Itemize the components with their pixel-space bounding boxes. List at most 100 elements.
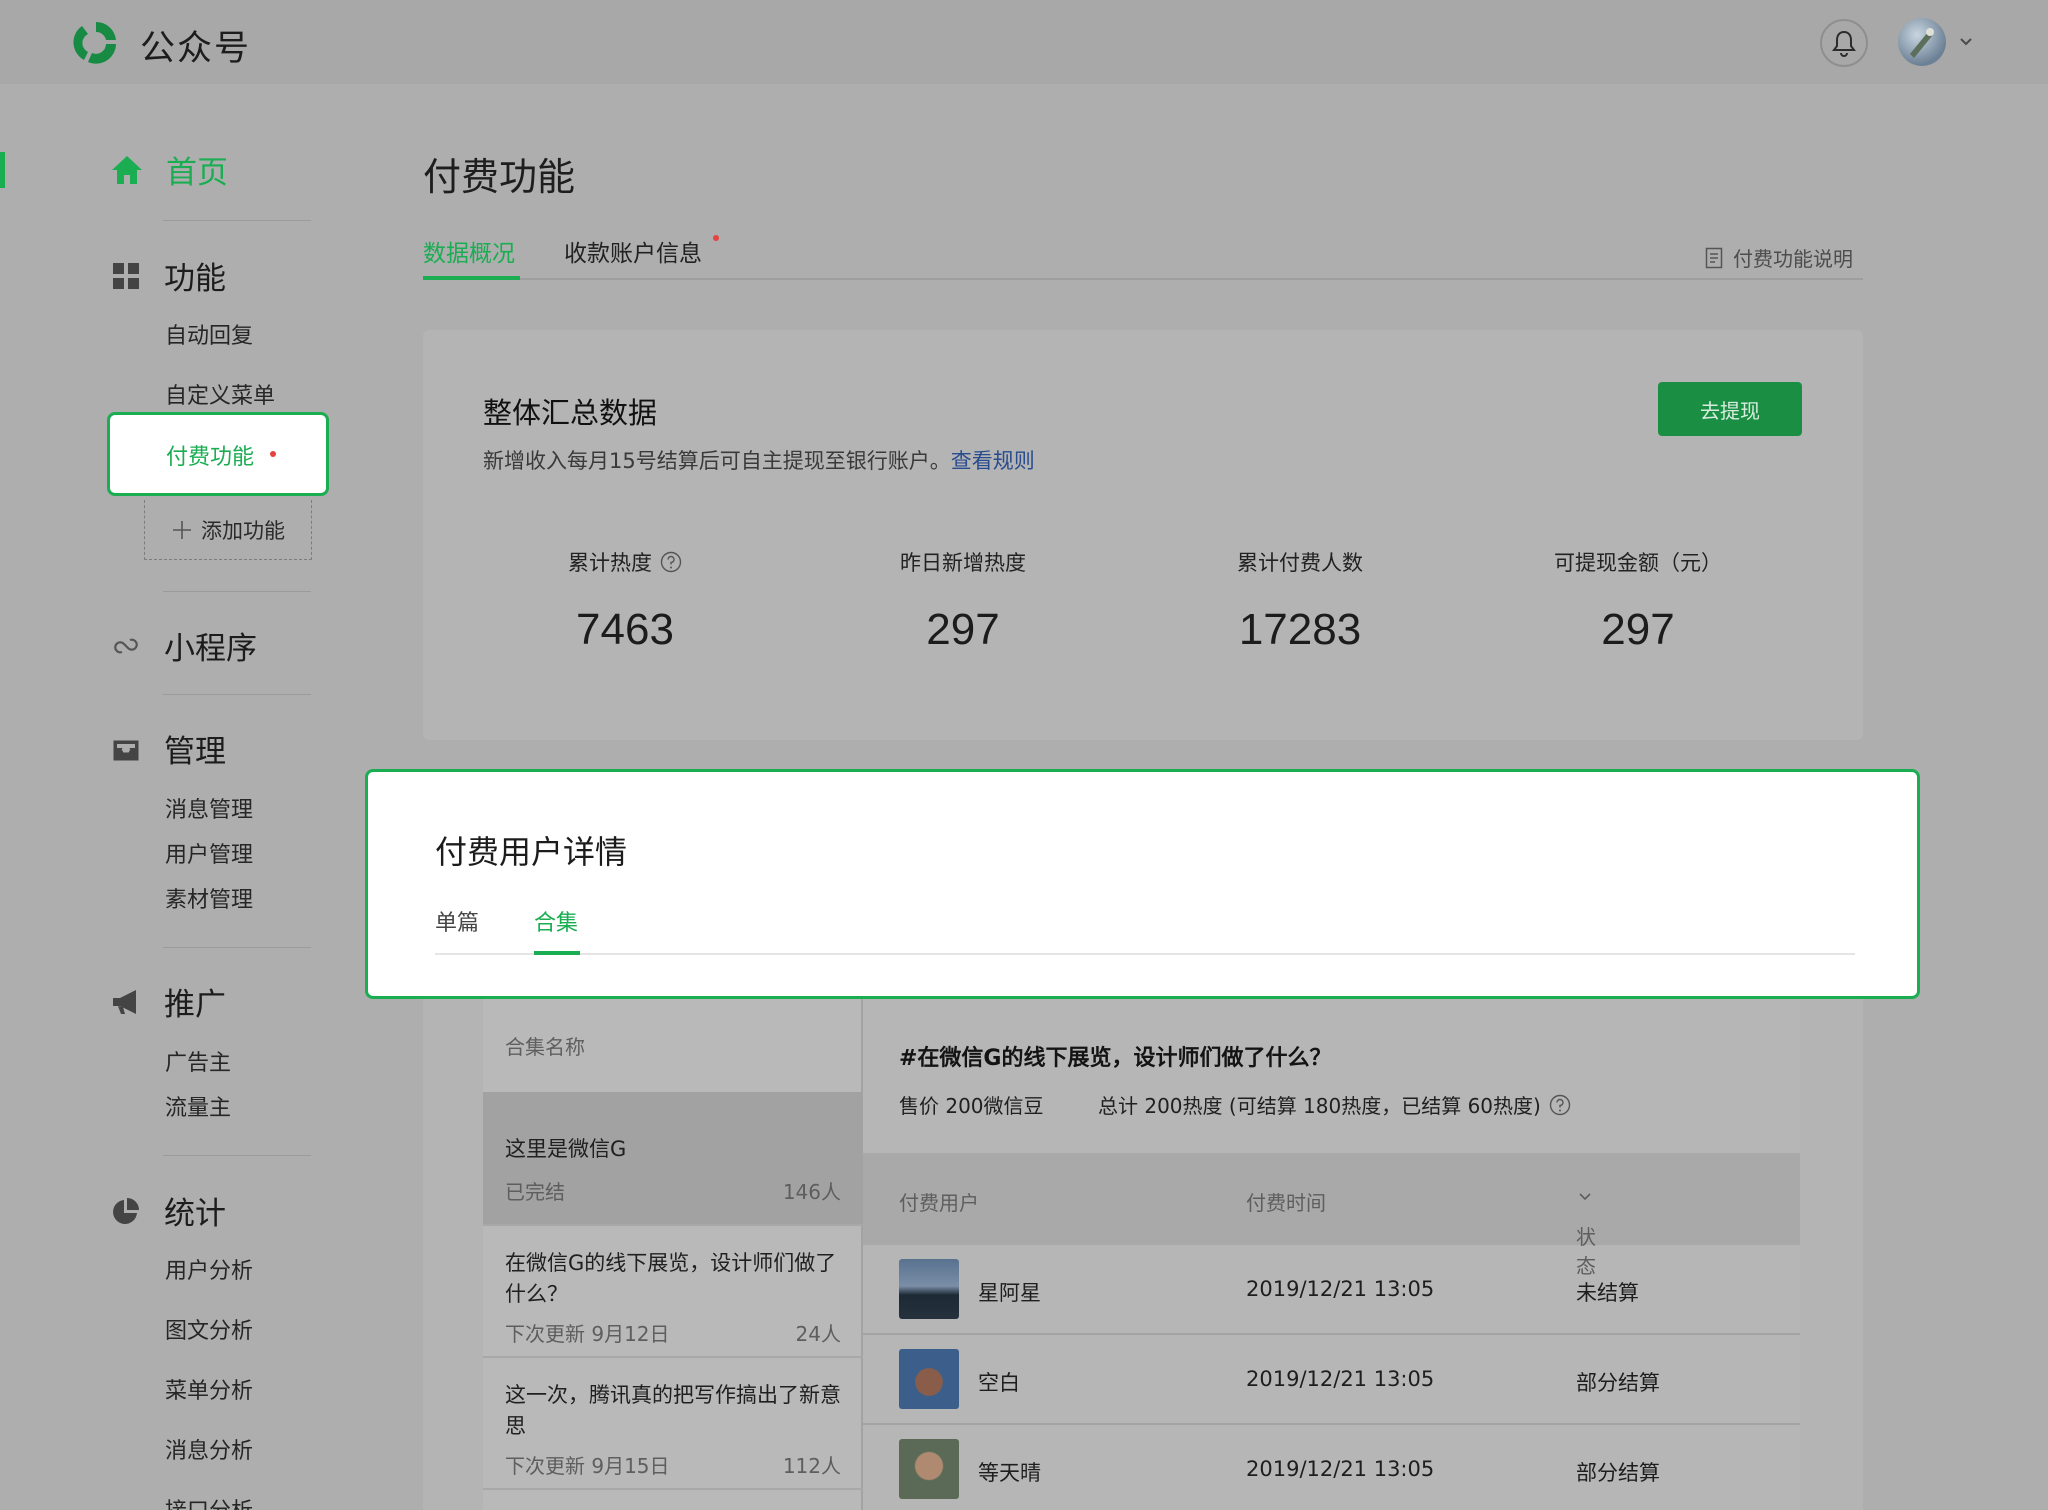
active-nav-indicator: [0, 152, 5, 188]
tab-divider: [435, 953, 1855, 955]
column-header-status[interactable]: 状态: [1576, 1187, 1596, 1278]
summary-description: 新增收入每月15号结算后可自主提现至银行账户。查看规则: [483, 445, 1035, 475]
new-badge-dot: [270, 451, 276, 457]
tab-single-article[interactable]: 单篇: [435, 905, 479, 937]
sidebar-item-mini-program[interactable]: 小程序: [110, 623, 257, 668]
tab-data-overview[interactable]: 数据概况: [423, 234, 515, 268]
grid-icon: [113, 262, 139, 289]
sidebar-item-materials[interactable]: 素材管理: [165, 882, 253, 914]
add-feature-button[interactable]: 添加功能: [144, 500, 312, 560]
payment-time: 2019/12/21 13:05: [1246, 1277, 1435, 1301]
help-link-label: 付费功能说明: [1733, 247, 1853, 271]
sidebar-item-paid-features[interactable]: 付费功能: [107, 412, 329, 496]
active-tab-underline: [423, 276, 520, 280]
stat-value: 297: [1601, 605, 1675, 654]
sidebar-group-label: 管理: [164, 734, 226, 770]
sidebar-item-messages[interactable]: 消息管理: [165, 792, 253, 824]
sidebar-item-users[interactable]: 用户管理: [165, 837, 253, 869]
summary-desc-text: 新增收入每月15号结算后可自主提现至银行账户。: [483, 449, 951, 473]
stat-yesterday-heat: 昨日新增热度 297: [793, 547, 1133, 655]
app-title: 公众号: [140, 29, 252, 69]
user-avatar[interactable]: [1898, 18, 1946, 66]
collection-total-text: 总计 200热度 (可结算 180热度，已结算 60热度): [1098, 1094, 1541, 1118]
notification-bell-icon[interactable]: [1820, 19, 1868, 67]
table-header: 付费用户 付费时间 状态: [863, 1153, 1800, 1278]
table-row[interactable]: 空白 2019/12/21 13:05 部分结算: [863, 1335, 1800, 1425]
stat-label: 昨日新增热度: [900, 551, 1026, 575]
collection-detail-title: #在微信G的线下展览，设计师们做了什么？: [899, 1046, 1332, 1071]
settlement-status: 部分结算: [1576, 1461, 1660, 1485]
sidebar-group-label: 小程序: [164, 631, 257, 667]
settlement-status: 部分结算: [1576, 1371, 1660, 1395]
sidebar-item-message-analysis[interactable]: 消息分析: [165, 1433, 253, 1465]
table-row[interactable]: 等天晴 2019/12/21 13:05 部分结算: [863, 1425, 1800, 1510]
sidebar-divider: [163, 1155, 311, 1156]
collection-list: 合集名称 这里是微信G 已完结 146人 在微信G的线下展览，设计师们做了什么？…: [483, 985, 863, 1510]
collection-count: 24人: [795, 1322, 841, 1346]
link-icon: [114, 638, 138, 653]
chevron-down-icon[interactable]: [1956, 32, 1976, 52]
tab-collection[interactable]: 合集: [534, 905, 578, 937]
table-row[interactable]: 星阿星 2019/12/21 13:05 未结算: [863, 1245, 1800, 1335]
stat-value: 17283: [1238, 605, 1362, 654]
collection-list-header: 合集名称: [505, 1035, 585, 1059]
pie-chart-icon: [113, 1197, 139, 1224]
sidebar-item-publisher[interactable]: 流量主: [165, 1090, 231, 1122]
settlement-status: 未结算: [1576, 1281, 1639, 1305]
sidebar-item-custom-menu[interactable]: 自定义菜单: [165, 378, 275, 410]
sidebar-item-advertiser[interactable]: 广告主: [165, 1045, 231, 1077]
wechat-official-logo[interactable]: [70, 18, 122, 66]
collection-item[interactable]: 这里是微信G 已完结 146人: [483, 1092, 863, 1226]
sidebar-divider: [163, 220, 311, 221]
sidebar-home-label: 首页: [166, 155, 228, 191]
add-feature-label: 添加功能: [201, 518, 285, 543]
column-header-time: 付费时间: [1246, 1191, 1326, 1215]
paid-feature-help-link[interactable]: 付费功能说明: [1705, 243, 1853, 272]
sidebar-group-promotion: 推广: [110, 979, 226, 1024]
collection-item[interactable]: 在微信G的线下展览，设计师们做了什么？ 下次更新 9月12日 24人: [483, 1226, 863, 1358]
stat-label: 累计付费人数: [1237, 551, 1363, 575]
stat-total-payers: 累计付费人数 17283: [1130, 547, 1470, 655]
collection-update: 下次更新 9月12日: [505, 1322, 670, 1346]
sidebar-group-label: 功能: [164, 261, 226, 297]
sidebar-item-auto-reply[interactable]: 自动回复: [165, 318, 253, 350]
stat-withdrawable: 可提现金额（元） 297: [1468, 547, 1808, 655]
payment-time: 2019/12/21 13:05: [1246, 1457, 1435, 1481]
sidebar-group-manage: 管理: [110, 726, 226, 771]
stat-label: 可提现金额（元）: [1554, 551, 1722, 575]
collection-count: 146人: [782, 1180, 841, 1204]
summary-title: 整体汇总数据: [483, 396, 658, 430]
collection-status: 已完结: [505, 1180, 565, 1204]
collection-name: 在微信G的线下展览，设计师们做了什么？: [505, 1251, 837, 1306]
view-rules-link[interactable]: 查看规则: [951, 449, 1035, 473]
sidebar-item-home[interactable]: 首页: [110, 147, 228, 192]
tab-payment-account[interactable]: 收款账户信息: [564, 234, 702, 268]
payer-detail-header-highlight: 付费用户详情 单篇 合集: [365, 769, 1920, 999]
payer-name: 星阿星: [978, 1281, 1041, 1305]
tab-alert-dot: [713, 235, 719, 241]
payer-detail-title: 付费用户详情: [435, 833, 628, 871]
column-header-user: 付费用户: [899, 1191, 979, 1215]
payment-time: 2019/12/21 13:05: [1246, 1367, 1435, 1391]
sidebar-item-menu-analysis[interactable]: 菜单分析: [165, 1373, 253, 1405]
home-icon: [112, 155, 142, 184]
user-avatar: [899, 1439, 959, 1499]
sidebar-item-api-analysis[interactable]: 接口分析: [165, 1493, 253, 1510]
collection-name: 这里是微信G: [505, 1137, 627, 1161]
help-circle-icon[interactable]: [1549, 1094, 1571, 1116]
withdraw-button[interactable]: 去提现: [1658, 382, 1802, 436]
stat-value: 7463: [576, 605, 674, 654]
collection-item[interactable]: 这一次，腾讯真的把写作搞出了新意思 下次更新 9月15日 112人: [483, 1358, 863, 1490]
active-tab-underline: [534, 951, 580, 955]
sidebar-item-user-analysis[interactable]: 用户分析: [165, 1253, 253, 1285]
plus-icon: [173, 520, 191, 539]
user-avatar: [899, 1259, 959, 1319]
sidebar-item-label: 付费功能: [166, 445, 255, 470]
help-circle-icon[interactable]: [660, 551, 682, 573]
inbox-icon: [113, 740, 139, 760]
stat-value: 297: [926, 605, 1000, 654]
sidebar-item-article-analysis[interactable]: 图文分析: [165, 1313, 253, 1345]
sidebar-divider: [163, 947, 311, 948]
collection-name: 这一次，腾讯真的把写作搞出了新意思: [505, 1383, 841, 1438]
sidebar-group-features: 功能: [110, 253, 226, 298]
